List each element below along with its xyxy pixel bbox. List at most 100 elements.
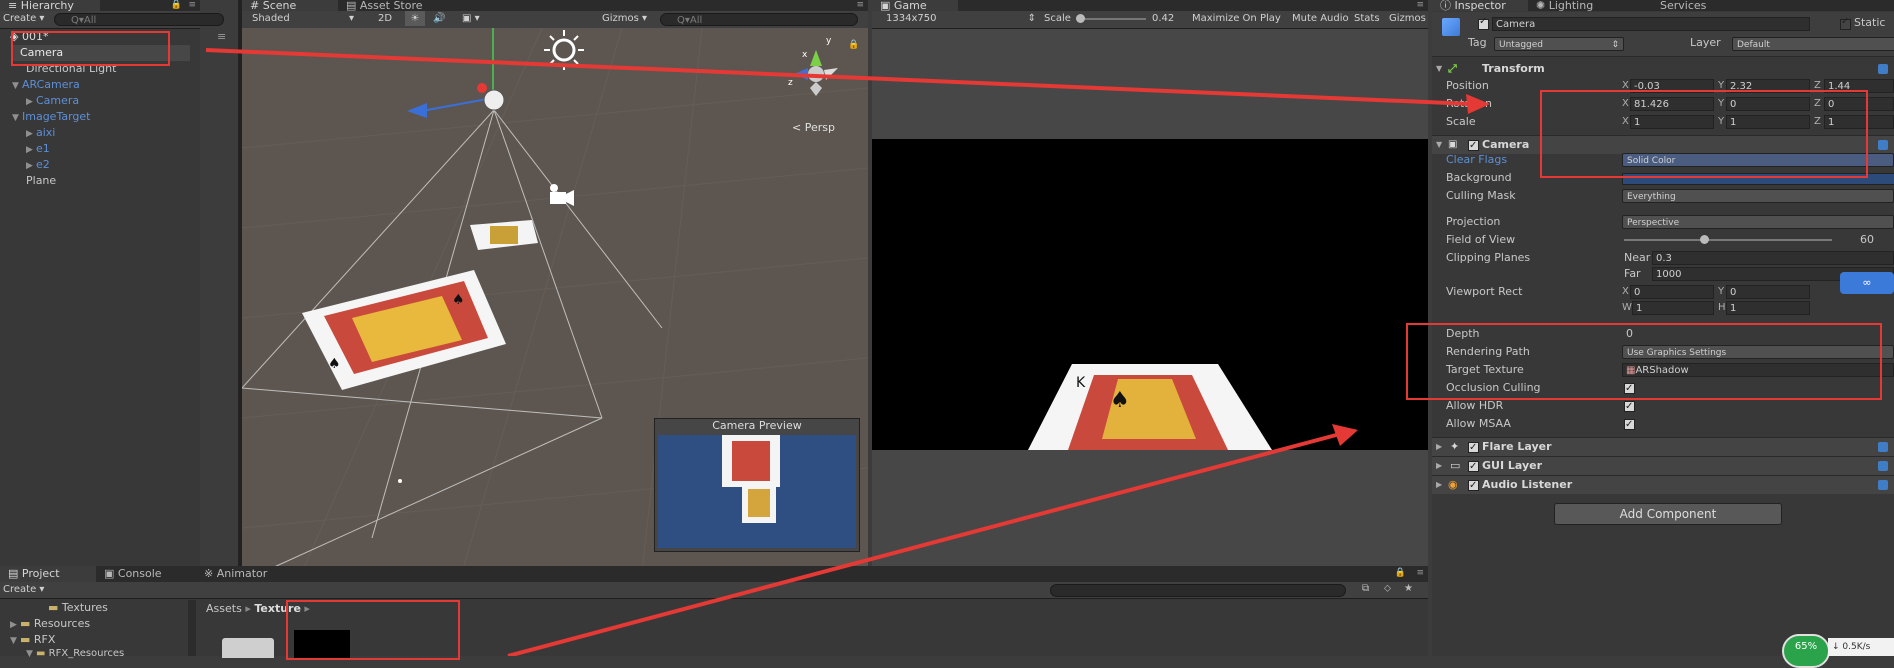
persp-label[interactable]: < Persp [792,121,835,134]
scale-x-field[interactable]: 1 [1630,115,1714,129]
stats-button[interactable]: Stats [1354,11,1380,26]
hierarchy-search-input[interactable]: Q▾All [54,13,224,26]
expand-triangle-icon[interactable]: ▼ [12,110,22,126]
mute-audio-button[interactable]: Mute Audio [1292,11,1349,26]
occlusion-checkbox[interactable] [1624,380,1635,398]
tab-game[interactable]: ▣ Game [872,0,958,11]
maximize-on-play-button[interactable]: Maximize On Play [1192,11,1281,26]
breadcrumb-assets[interactable]: Assets [206,602,242,615]
add-component-button[interactable]: Add Component [1554,503,1782,525]
tab-project[interactable]: ▤ Project [0,566,102,582]
tab-lighting[interactable]: ✺ Lighting [1528,0,1624,11]
game-menu-icon[interactable]: ≡ [1416,0,1424,10]
gui-checkbox[interactable] [1468,458,1479,476]
depth-value[interactable]: 0 [1626,325,1633,343]
allow-msaa-checkbox[interactable] [1624,416,1635,434]
filter-type-icon[interactable]: ⧉ [1362,583,1369,594]
hierarchy-item[interactable]: ▼ ImageTarget [12,109,90,125]
rotation-y-field[interactable]: 0 [1726,97,1810,111]
transform-header[interactable]: ▼ ⤢ Transform [1432,60,1894,78]
menu-icon[interactable]: ≡ [188,0,196,10]
expand-triangle-icon[interactable]: ▼ [12,78,22,94]
hierarchy-item[interactable]: ▶ e1 [26,141,50,157]
scene-menu-icon[interactable]: ≡ [856,0,864,10]
folder-rfx-resources[interactable]: ▼ ▬ RFX_Resources [26,646,124,662]
rendering-path-dropdown[interactable]: Use Graphics Settings [1622,345,1894,359]
viewport-h-field[interactable]: 1 [1726,301,1810,315]
project-create-button[interactable]: Create ▾ [3,582,44,597]
resolution-dropdown[interactable]: 1334x750 ⇕ [886,11,1036,26]
tab-asset-store[interactable]: ▤ Asset Store [338,0,454,11]
help-icon[interactable] [1878,140,1888,150]
gizmos-dropdown[interactable]: Gizmos ▾ [602,11,647,26]
folder-tree-scrollbar[interactable] [188,600,196,656]
allow-hdr-checkbox[interactable] [1624,398,1635,416]
hierarchy-item[interactable]: ▶ Camera [26,93,79,109]
scene-root[interactable]: ◈ 001* ≡ [10,29,226,45]
project-lock-icon[interactable]: 🔒 [1395,568,1406,578]
hierarchy-item[interactable]: Directional Light [26,61,116,77]
camera-enabled-checkbox[interactable] [1468,137,1479,155]
tab-inspector[interactable]: ⓘ Inspector [1432,0,1532,11]
help-icon[interactable] [1878,64,1888,74]
game-render[interactable]: K ♠ [872,139,1428,450]
folder-textures[interactable]: ▬ Textures [48,600,108,616]
viewport-w-field[interactable]: 1 [1632,301,1714,315]
active-checkbox[interactable] [1478,16,1489,30]
rotation-z-field[interactable]: 0 [1824,97,1894,111]
help-icon[interactable] [1878,442,1888,452]
object-name-field[interactable]: Camera [1492,17,1810,31]
help-icon[interactable] [1878,461,1888,471]
projection-dropdown[interactable]: Perspective [1622,215,1894,229]
static-checkbox[interactable] [1840,16,1851,30]
position-x-field[interactable]: -0.03 [1630,79,1714,93]
scale-z-field[interactable]: 1 [1824,115,1894,129]
tab-animator[interactable]: ※ Animator [196,566,292,582]
hierarchy-item[interactable]: Camera [12,45,190,61]
scale-slider-thumb[interactable] [1076,14,1085,23]
expand-triangle-icon[interactable]: ▶ [26,142,36,158]
viewport-x-field[interactable]: 0 [1630,285,1714,299]
audio-toggle-icon[interactable]: 🔊 [433,11,445,26]
gui-layer-header[interactable]: ▶ ▭ GUI Layer [1432,456,1894,476]
net-monitor-widget[interactable]: 65% ↓ 0.5K/s [1782,634,1894,668]
camera-gizmo-icon[interactable] [483,89,505,111]
culling-mask-dropdown[interactable]: Everything [1622,189,1894,203]
flare-layer-header[interactable]: ▶ ✦ Flare Layer [1432,437,1894,457]
hierarchy-item[interactable]: ▶ aixi [26,125,55,141]
expand-triangle-icon[interactable]: ▶ [26,126,36,142]
orientation-gizmo[interactable]: y x z [786,36,846,108]
layer-dropdown[interactable]: Default [1732,37,1894,51]
favorite-star-icon[interactable]: ★ [1404,583,1413,594]
audio-listener-checkbox[interactable] [1468,477,1479,495]
asset-folder-thumbnail[interactable] [222,638,274,658]
fov-slider[interactable] [1624,235,1832,244]
fov-slider-thumb[interactable] [1700,235,1709,244]
expand-triangle-icon[interactable]: ▶ [26,94,36,110]
lock-icon[interactable]: 🔒 [171,0,182,10]
expand-triangle-icon[interactable]: ▼ [26,646,36,662]
expand-triangle-icon[interactable]: ▶ [10,617,20,633]
create-button[interactable]: Create ▾ [3,11,44,26]
game-gizmos-dropdown[interactable]: Gizmos [1389,11,1426,26]
expand-triangle-icon[interactable]: ▼ [10,633,20,649]
audio-listener-header[interactable]: ▶ ◉ Audio Listener [1432,475,1894,495]
background-color-swatch[interactable] [1622,173,1894,185]
target-texture-field[interactable]: ▦ARShadow [1622,363,1894,377]
scene-menu-icon[interactable]: ≡ [217,29,226,45]
tab-console[interactable]: ▣ Console [96,566,182,582]
hierarchy-item[interactable]: ▶ e2 [26,157,50,173]
filter-label-icon[interactable]: ⬦ [1384,583,1391,594]
tab-hierarchy[interactable]: ≡ Hierarchy [0,0,100,11]
scale-slider[interactable] [1076,14,1146,23]
near-clip-field[interactable]: 0.3 [1652,251,1894,265]
hierarchy-item[interactable]: Plane [26,173,56,189]
project-search-input[interactable] [1050,584,1346,597]
flare-checkbox[interactable] [1468,439,1479,457]
scene-search-input[interactable]: Q▾All [660,13,858,26]
hierarchy-item[interactable]: ▼ ARCamera [12,77,80,93]
scene-lock-icon[interactable]: 🔒 [848,40,859,50]
expand-triangle-icon[interactable]: ▶ [26,158,36,174]
rotation-x-field[interactable]: 81.426 [1630,97,1714,111]
effects-toggle-icon[interactable]: ▣ ▾ [462,11,480,26]
